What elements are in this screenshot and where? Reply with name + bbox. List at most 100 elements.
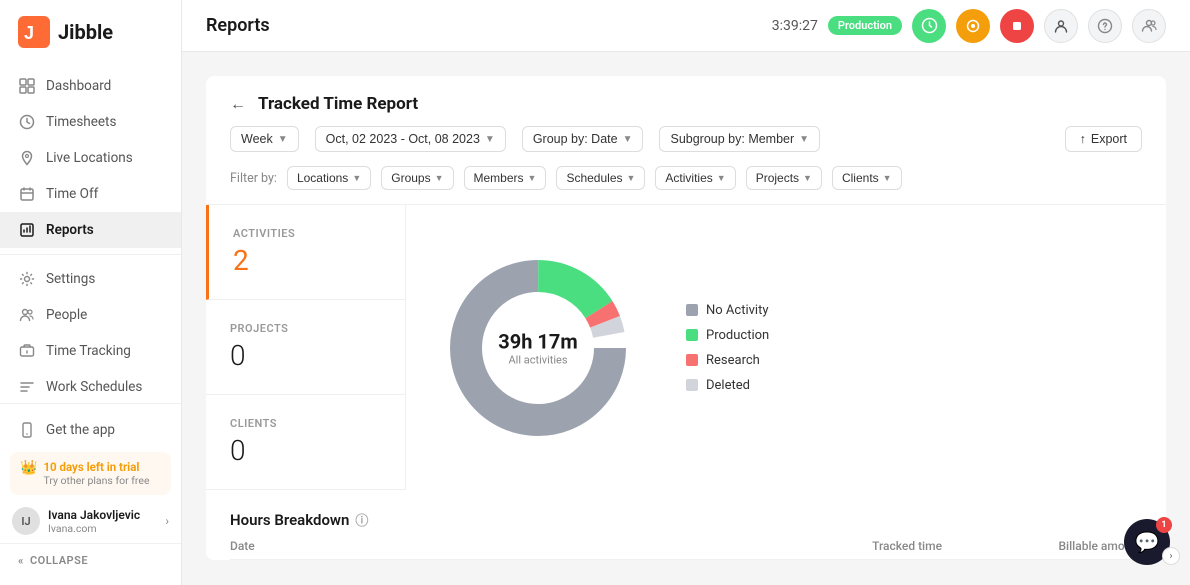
filter-groups[interactable]: Groups ▼ [381, 166, 453, 190]
sidebar-item-time-off-label: Time Off [46, 186, 98, 202]
activities-value: 2 [233, 244, 381, 277]
back-button[interactable]: ← [230, 94, 246, 114]
projects-chevron-icon: ▼ [803, 173, 812, 183]
group-by-selector[interactable]: Group by: Date ▼ [522, 126, 644, 152]
no-activity-dot [686, 304, 698, 316]
stat-activities[interactable]: ACTIVITIES 2 [206, 205, 405, 300]
donut-subtitle: All activities [498, 353, 577, 366]
chart-legend: No Activity Production Research Del [686, 303, 769, 393]
sidebar-item-timesheets-label: Timesheets [46, 114, 116, 130]
clients-value: 0 [230, 434, 381, 467]
sidebar-item-time-off[interactable]: Time Off [0, 176, 181, 212]
sidebar-item-timesheets[interactable]: Timesheets [0, 104, 181, 140]
breakdown-table-header: Date Tracked time Billable amount [230, 529, 1142, 560]
filter-clients[interactable]: Clients ▼ [832, 166, 902, 190]
svg-text:J: J [24, 23, 34, 43]
legend-deleted: Deleted [686, 378, 769, 393]
header: Reports 3:39:27 Production [182, 0, 1190, 52]
user-profile-row[interactable]: IJ Ivana Jakovljevic Ivana.com › [0, 499, 181, 543]
legend-production: Production [686, 328, 769, 343]
deleted-dot [686, 379, 698, 391]
content-area: ← Tracked Time Report Week ▼ Oct, 02 202… [182, 52, 1190, 585]
sidebar-item-time-tracking[interactable]: Time Tracking [0, 333, 181, 369]
sidebar-item-reports[interactable]: Reports [0, 212, 181, 248]
stop-button[interactable] [1000, 9, 1034, 43]
people-icon [18, 306, 36, 324]
sidebar-item-people[interactable]: People [0, 297, 181, 333]
user-info: Ivana Jakovljevic Ivana.com [48, 508, 157, 535]
week-selector[interactable]: Week ▼ [230, 126, 299, 152]
sidebar-item-work-schedules[interactable]: Work Schedules [0, 369, 181, 403]
user-avatar: IJ [12, 507, 40, 535]
filter-members[interactable]: Members ▼ [464, 166, 547, 190]
sidebar-item-time-tracking-label: Time Tracking [46, 343, 131, 359]
groups-chevron-icon: ▼ [435, 173, 444, 183]
production-badge[interactable]: Production [828, 16, 902, 35]
legend-no-activity: No Activity [686, 303, 769, 318]
user-name: Ivana Jakovljevic [48, 508, 157, 522]
filter-locations[interactable]: Locations ▼ [287, 166, 371, 190]
header-time: 3:39:27 [772, 18, 818, 34]
report-title: Tracked Time Report [258, 94, 418, 114]
sidebar-item-reports-label: Reports [46, 222, 94, 238]
chat-button[interactable]: 💬 1 › [1124, 519, 1170, 565]
members-chevron-icon: ▼ [528, 173, 537, 183]
filter-row: Filter by: Locations ▼ Groups ▼ Members … [206, 166, 1166, 204]
admin-button[interactable] [1132, 9, 1166, 43]
stat-clients[interactable]: CLIENTS 0 [206, 395, 405, 490]
nav-divider [0, 254, 181, 255]
export-button[interactable]: ↑ Export [1065, 126, 1142, 152]
main-content: Reports 3:39:27 Production [182, 0, 1190, 585]
breakdown-info-icon[interactable]: ⓘ [355, 510, 368, 529]
get-app-button[interactable]: Get the app [0, 412, 181, 448]
subgroup-chevron-icon: ▼ [799, 134, 809, 145]
user-button[interactable] [1044, 9, 1078, 43]
trial-banner[interactable]: 👑 10 days left in trial Try other plans … [10, 452, 171, 495]
donut-chart: 39h 17m All activities [438, 248, 638, 448]
time-tracking-icon [18, 342, 36, 360]
back-arrow-icon: ← [230, 94, 246, 114]
sidebar-item-live-locations-label: Live Locations [46, 150, 133, 166]
filter-schedules[interactable]: Schedules ▼ [556, 166, 645, 190]
get-app-icon [18, 421, 36, 439]
subgroup-by-selector[interactable]: Subgroup by: Member ▼ [659, 126, 820, 152]
report-card: ← Tracked Time Report Week ▼ Oct, 02 202… [206, 76, 1166, 560]
collapse-label: COLLAPSE [30, 554, 88, 567]
trial-info: 10 days left in trial Try other plans fo… [43, 460, 149, 487]
filter-projects[interactable]: Projects ▼ [746, 166, 822, 190]
help-button[interactable] [1088, 9, 1122, 43]
col-tracked-header: Tracked time [742, 539, 942, 553]
date-range-selector[interactable]: Oct, 02 2023 - Oct, 08 2023 ▼ [315, 126, 506, 152]
logo-text: Jibble [58, 20, 113, 44]
legend-research: Research [686, 353, 769, 368]
logo[interactable]: J Jibble [0, 0, 181, 64]
stat-projects[interactable]: PROJECTS 0 [206, 300, 405, 395]
work-schedules-icon [18, 378, 36, 396]
clock-in-button[interactable] [912, 9, 946, 43]
sidebar-item-live-locations[interactable]: Live Locations [0, 140, 181, 176]
group-chevron-icon: ▼ [623, 134, 633, 145]
chat-icon: 💬 [1135, 530, 1160, 554]
get-app-label: Get the app [46, 422, 115, 438]
research-dot [686, 354, 698, 366]
sidebar-item-dashboard[interactable]: Dashboard [0, 68, 181, 104]
activities-chevron-icon: ▼ [717, 173, 726, 183]
col-billable-header: Billable amount [942, 539, 1142, 553]
user-email: Ivana.com [48, 522, 157, 535]
chat-expand-icon[interactable]: › [1162, 547, 1180, 565]
collapse-button[interactable]: « COLLAPSE [0, 543, 181, 577]
schedules-chevron-icon: ▼ [627, 173, 636, 183]
trial-cta: Try other plans for free [43, 474, 149, 487]
filter-label: Filter by: [230, 171, 277, 186]
sidebar: J Jibble Dashboard Timesheets Live Locat… [0, 0, 182, 585]
col-date-header: Date [230, 539, 742, 553]
projects-label: PROJECTS [230, 322, 381, 335]
stats-column: ACTIVITIES 2 PROJECTS 0 CLIENTS 0 [206, 205, 406, 490]
dashboard-icon [18, 77, 36, 95]
filter-activities[interactable]: Activities ▼ [655, 166, 735, 190]
orange-button[interactable] [956, 9, 990, 43]
sidebar-item-settings-label: Settings [46, 271, 95, 287]
week-chevron-icon: ▼ [278, 134, 288, 145]
sidebar-item-settings[interactable]: Settings [0, 261, 181, 297]
header-right: 3:39:27 Production [772, 9, 1166, 43]
